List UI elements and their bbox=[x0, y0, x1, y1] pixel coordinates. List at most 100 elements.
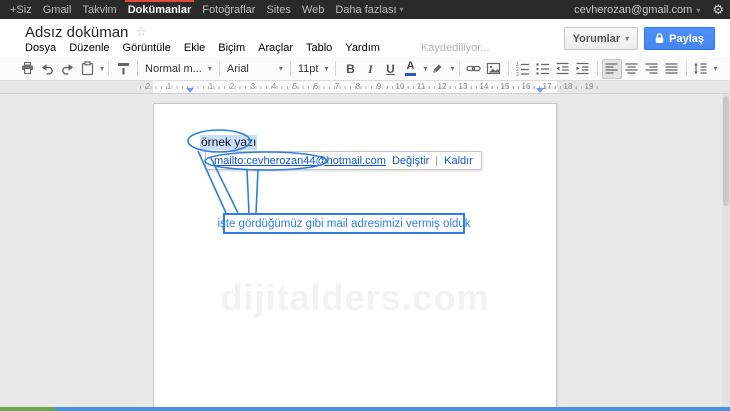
bulleted-list-icon[interactable] bbox=[533, 59, 553, 79]
menu-görüntüle[interactable]: Görüntüle bbox=[123, 42, 171, 54]
toolbar-separator bbox=[686, 61, 687, 76]
chevron-down-icon[interactable]: ▾ bbox=[451, 64, 455, 73]
topbar-item-+siz[interactable]: +Siz bbox=[10, 0, 32, 19]
gear-icon[interactable]: ⚙ bbox=[712, 3, 724, 16]
menu-araçlar[interactable]: Araçlar bbox=[258, 42, 293, 54]
topbar-item-daha-fazlası[interactable]: Daha fazlası▾ bbox=[335, 0, 403, 19]
menu-ekle[interactable]: Ekle bbox=[184, 42, 205, 54]
toolbar-separator bbox=[335, 61, 336, 76]
account-email: cevherozan@gmail.com bbox=[574, 4, 692, 16]
menu-dosya[interactable]: Dosya bbox=[25, 42, 56, 54]
taskbar-edge bbox=[0, 407, 730, 411]
chevron-down-icon: ▾ bbox=[324, 64, 328, 73]
remove-link-button[interactable]: Kaldır bbox=[444, 155, 473, 167]
save-status: Kaydediliyor... bbox=[421, 42, 489, 54]
align-right-icon[interactable] bbox=[642, 59, 662, 79]
ruler-number: 19 bbox=[585, 83, 594, 91]
paragraph-style-select[interactable]: Normal m...▾ bbox=[142, 59, 215, 79]
print-icon[interactable] bbox=[17, 59, 37, 79]
ruler-number: 7 bbox=[335, 83, 339, 91]
numbered-list-icon[interactable]: 123 bbox=[513, 59, 533, 79]
toolbar-separator bbox=[137, 61, 138, 76]
menu-biçim[interactable]: Biçim bbox=[218, 42, 245, 54]
account-email-menu[interactable]: cevherozan@gmail.com ▾ bbox=[574, 4, 700, 16]
font-size-select[interactable]: 11pt▾ bbox=[295, 59, 332, 79]
highlight-color-icon[interactable] bbox=[428, 59, 448, 79]
ruler-number: 16 bbox=[522, 83, 531, 91]
topbar-item-fotoğraflar[interactable]: Fotoğraflar bbox=[202, 0, 255, 19]
star-icon[interactable]: ☆ bbox=[135, 24, 147, 40]
italic-icon[interactable]: I bbox=[360, 59, 380, 79]
change-link-button[interactable]: Değiştir bbox=[392, 155, 429, 167]
selected-document-text: örnek yazı bbox=[200, 135, 257, 150]
scrollbar-thumb[interactable] bbox=[723, 96, 729, 206]
left-indent-marker[interactable] bbox=[186, 88, 194, 93]
increase-indent-icon[interactable] bbox=[573, 59, 593, 79]
undo-icon[interactable] bbox=[37, 59, 57, 79]
comments-button-label: Yorumlar bbox=[573, 33, 620, 45]
text-color-bar bbox=[405, 73, 416, 76]
menu-düzenle[interactable]: Düzenle bbox=[69, 42, 109, 54]
topbar-item-takvim[interactable]: Takvim bbox=[82, 0, 116, 19]
paint-format-icon[interactable] bbox=[113, 59, 133, 79]
ruler-number: 5 bbox=[293, 83, 297, 91]
font-family-value: Arial bbox=[227, 63, 249, 75]
annotation-callout-box: işte gördüğümüz gibi mail adresimizi ver… bbox=[223, 213, 465, 234]
ruler[interactable]: 2112345678910111213141516171819 bbox=[0, 81, 730, 94]
ruler-number: 2 bbox=[230, 83, 234, 91]
link-bubble: mailto:cevherozan44@hotmail.com Değiştir… bbox=[205, 151, 482, 170]
share-button-label: Paylaş bbox=[669, 33, 704, 45]
chevron-down-icon[interactable]: ▾ bbox=[100, 64, 104, 73]
link-url[interactable]: mailto:cevherozan44@hotmail.com bbox=[214, 155, 386, 167]
menu-yardım[interactable]: Yardım bbox=[345, 42, 380, 54]
topbar-item-dokümanlar[interactable]: Dokümanlar bbox=[128, 0, 192, 19]
topbar-item-gmail[interactable]: Gmail bbox=[43, 0, 72, 19]
lock-icon bbox=[655, 33, 664, 44]
comments-button[interactable]: Yorumlar ▾ bbox=[564, 27, 639, 50]
ruler-number: 4 bbox=[272, 83, 276, 91]
header-buttons: Yorumlar ▾ Paylaş bbox=[564, 27, 715, 50]
document-title[interactable]: Adsız doküman bbox=[25, 24, 128, 41]
underline-icon[interactable]: U bbox=[380, 59, 400, 79]
chevron-down-icon[interactable]: ▾ bbox=[423, 64, 427, 73]
topbar-item-web[interactable]: Web bbox=[302, 0, 324, 19]
chevron-down-icon[interactable]: ▾ bbox=[714, 64, 718, 73]
toolbar-separator bbox=[508, 61, 509, 76]
link-bubble-separator: | bbox=[435, 155, 438, 167]
insert-link-icon[interactable] bbox=[464, 59, 484, 79]
align-center-icon[interactable] bbox=[622, 59, 642, 79]
toolbar-separator bbox=[290, 61, 291, 76]
svg-text:3: 3 bbox=[516, 72, 519, 76]
ruler-number: 6 bbox=[314, 83, 318, 91]
align-left-icon[interactable] bbox=[602, 59, 622, 79]
text-color-icon[interactable]: A bbox=[400, 59, 420, 79]
insert-image-icon[interactable] bbox=[484, 59, 504, 79]
italic-glyph: I bbox=[368, 63, 373, 75]
topbar-item-sites[interactable]: Sites bbox=[266, 0, 290, 19]
ruler-number: 17 bbox=[543, 83, 552, 91]
toolbar-separator bbox=[108, 61, 109, 76]
vertical-scrollbar[interactable] bbox=[722, 94, 730, 407]
bold-glyph: B bbox=[346, 63, 355, 75]
toolbar-separator bbox=[219, 61, 220, 76]
ruler-number: 12 bbox=[438, 83, 447, 91]
line-spacing-icon[interactable] bbox=[691, 59, 711, 79]
ruler-number: 1 bbox=[209, 83, 213, 91]
ruler-number: 13 bbox=[459, 83, 468, 91]
web-clipboard-icon[interactable] bbox=[77, 59, 97, 79]
chevron-down-icon: ▾ bbox=[208, 64, 212, 73]
redo-icon[interactable] bbox=[57, 59, 77, 79]
share-button[interactable]: Paylaş bbox=[644, 27, 715, 50]
document-canvas-area: dijitalders.com örnek yazı mailto:cevher… bbox=[0, 94, 730, 407]
font-family-select[interactable]: Arial▾ bbox=[224, 59, 286, 79]
google-services-nav: +Siz Gmail Takvim Dokümanlar Fotoğraflar Site… bbox=[10, 0, 415, 19]
menu-tablo[interactable]: Tablo bbox=[306, 42, 332, 54]
taskbar-blue-segment bbox=[55, 407, 730, 411]
decrease-indent-icon[interactable] bbox=[553, 59, 573, 79]
chevron-down-icon: ▾ bbox=[696, 6, 700, 15]
bold-icon[interactable]: B bbox=[340, 59, 360, 79]
document-header: Adsız doküman ☆ Dosya Düzenle Görüntüle Ekl… bbox=[0, 19, 730, 57]
editing-toolbar: ▾ Normal m...▾ Arial▾ 11pt▾ B I U A ▾ ▾ … bbox=[0, 57, 730, 81]
justify-icon[interactable] bbox=[662, 59, 682, 79]
watermark-text: dijitalders.com bbox=[153, 277, 557, 319]
